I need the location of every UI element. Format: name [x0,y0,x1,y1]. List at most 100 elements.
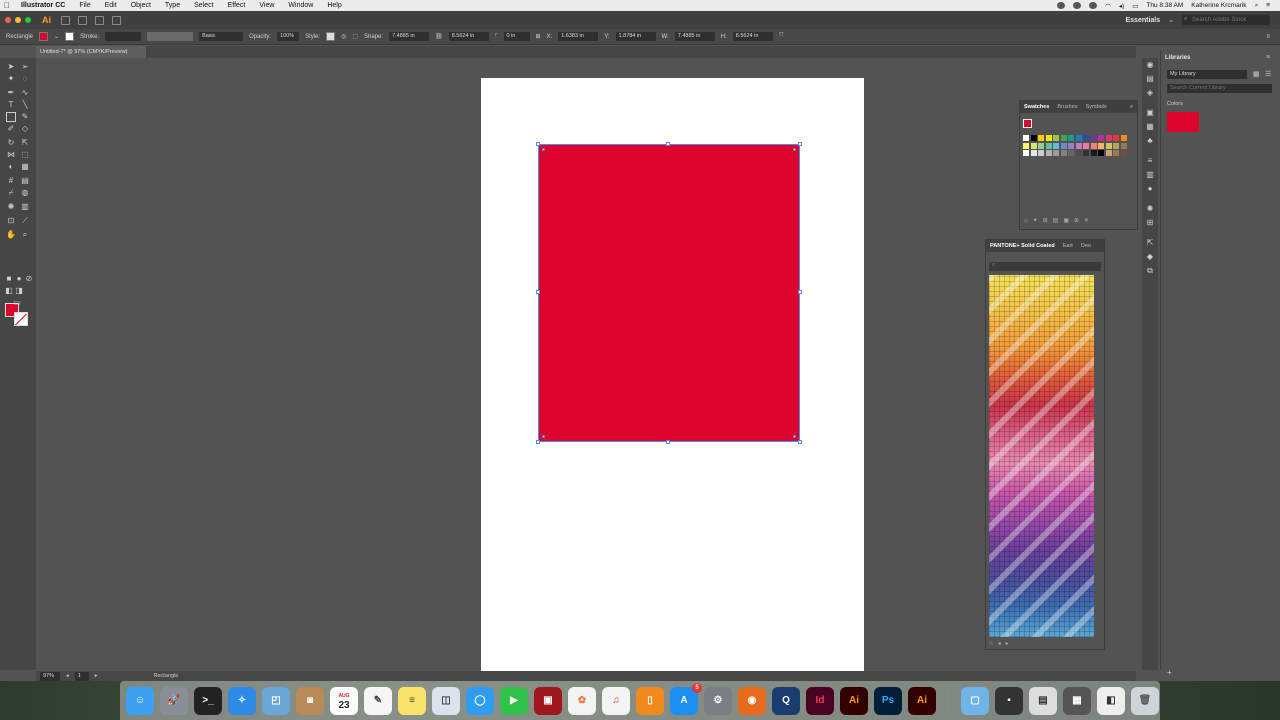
tab-deco[interactable]: Deo [1081,243,1091,249]
menu-edit[interactable]: Edit [98,2,124,9]
stock-icon[interactable] [78,15,87,25]
menu-effect[interactable]: Effect [221,2,253,9]
swatch-chip[interactable] [1068,135,1074,141]
slice-tool-icon[interactable]: ⟋ [20,216,30,226]
w-field[interactable]: 7.4885 in [674,32,715,41]
trash-icon[interactable]: 🗑 [1131,686,1159,715]
menu-window[interactable]: Window [281,2,320,9]
swatch-chip[interactable] [1120,142,1127,149]
recolor-icon[interactable]: ◎ [341,33,346,40]
eyedropper-tool-icon[interactable]: ⌿ [6,188,16,198]
swatch-chip[interactable] [1053,142,1059,149]
y-field[interactable]: 1.8784 in [615,32,656,41]
swatch-chip[interactable] [1090,135,1097,141]
swatch-chip[interactable] [1060,135,1067,141]
swatch-chip[interactable] [1113,135,1119,141]
transparency-panel-icon[interactable]: ● [1145,184,1155,194]
screen-mode-icon[interactable]: ▭ [12,298,22,308]
bridge-icon[interactable] [61,15,70,25]
mesh-tool-icon[interactable]: # [6,176,16,186]
style-label[interactable]: Style: [305,34,320,40]
magic-wand-tool-icon[interactable]: ✦ [6,74,16,84]
tab-symbols[interactable]: Symbols [1086,104,1107,110]
tab-pantone-solid-coated[interactable]: PANTONE+ Solid Coated [990,243,1055,249]
resize-handle-bottom-left[interactable] [536,440,540,444]
swatch-chip[interactable] [1083,142,1089,149]
eraser-tool-icon[interactable]: ◇ [20,124,30,134]
resize-handle-left[interactable] [536,290,540,294]
zoom-window-icon[interactable] [25,17,31,23]
red-rectangle[interactable] [536,142,802,444]
terminal-icon[interactable]: >_ [194,686,222,715]
artboards-panel-icon[interactable]: ⧉ [1145,266,1155,276]
workspace-switcher[interactable]: Essentials [1125,17,1160,24]
color-panel-icon[interactable]: ▣ [1145,108,1155,118]
swatches-panel-icon[interactable]: ♣ [1145,136,1155,146]
stroke-swatch[interactable] [65,32,75,41]
battery-icon[interactable]: ▭ [1132,2,1138,10]
swatch-chip[interactable] [1098,135,1104,141]
notes-icon[interactable]: ≡ [398,686,426,715]
variable-width-profile[interactable] [147,32,194,41]
stroke-label[interactable]: Stroke: [80,34,99,40]
resize-handle-top-left[interactable] [536,142,540,146]
layers-stack-icon[interactable]: ◆ [1145,252,1155,262]
swatch-chip[interactable] [1038,142,1044,149]
swatch-chip[interactable] [1030,135,1037,141]
swatch-panel-footer-icons[interactable]: ⌂✦⊞▤▣⊕✕ [1024,217,1094,224]
menu-object[interactable]: Object [124,2,158,9]
color-guide-icon[interactable]: ▦ [1145,122,1155,132]
indesign-icon[interactable]: Id [806,686,834,715]
gradient-panel-icon[interactable]: ▥ [1145,170,1155,180]
swatch-chip[interactable] [1120,150,1127,156]
direct-selection-tool-icon[interactable]: ➢ [20,62,30,72]
menu-type[interactable]: Type [158,2,187,9]
symbol-sprayer-tool-icon[interactable]: ✺ [6,202,16,212]
chevron-down-icon[interactable]: ⌄ [54,33,59,40]
close-window-icon[interactable] [5,17,11,23]
swatch-chip[interactable] [1120,135,1127,141]
swatch-chip[interactable] [1060,142,1067,149]
finder-icon[interactable]: ☺ [126,686,154,715]
itunes-icon[interactable]: ♫ [602,686,630,715]
swatch-chip[interactable] [1105,142,1112,149]
artboard-tool-icon[interactable]: ⊡ [6,216,16,226]
layers-panel-icon[interactable]: ▤ [1145,74,1155,84]
volume-icon[interactable]: ◂) [1119,2,1124,10]
swatch-chip[interactable] [1023,135,1029,141]
pen-tool-icon[interactable]: ✒ [6,88,16,98]
swatch-chip[interactable] [1023,150,1029,156]
swatch-grid[interactable] [1023,135,1128,183]
h-field[interactable]: 8.5624 in [732,32,773,41]
paintbrush-tool-icon[interactable]: ✎ [20,112,30,122]
corner-widget-top-right[interactable] [793,148,796,151]
shape-builder-tool-icon[interactable]: ◐ [6,162,16,172]
notification-center-icon[interactable]: ≡ [1266,2,1270,9]
blend-tool-icon[interactable]: ◍ [20,188,30,198]
corner-widget-bottom-right[interactable] [793,435,796,438]
shape-height-field[interactable]: 8.5624 in [448,32,489,41]
apple-menu-icon[interactable]:  [0,1,14,10]
menu-app-name[interactable]: Illustrator CC [14,2,72,9]
swatch-chip[interactable] [1075,150,1082,156]
corner-radius-field[interactable]: 0 in [503,32,530,41]
stock-search-input[interactable]: Search Adobe Stock [1182,14,1270,25]
minimize-window-icon[interactable] [15,17,21,23]
tab-earth[interactable]: Eart [1063,243,1073,249]
menubar-user[interactable]: Katherine Krcmarik [1191,2,1246,9]
swatch-chip[interactable] [1023,142,1029,149]
pantone-swatch-grid[interactable] [989,275,1094,637]
ibooks-icon[interactable]: ▯ [636,686,664,715]
swatch-chip[interactable] [1030,150,1037,156]
menu-help[interactable]: Help [320,2,348,9]
chevron-down-icon[interactable]: ⌄ [1168,16,1174,24]
column-graph-tool-icon[interactable]: ▥ [20,202,30,212]
safari-icon[interactable]: ✧ [228,686,256,715]
library-nav-icons[interactable]: ⌂◂▸ [989,640,1014,647]
swatch-chip[interactable] [1060,150,1067,156]
shaper-tool-icon[interactable]: ✐ [6,124,16,134]
graphic-styles-panel-icon[interactable]: ⊞ [1145,218,1155,228]
desktop-stack-icon[interactable]: ◧ [1097,686,1125,715]
fill-swatch[interactable] [39,32,49,41]
illustrator-icon[interactable]: Ai [840,686,868,715]
